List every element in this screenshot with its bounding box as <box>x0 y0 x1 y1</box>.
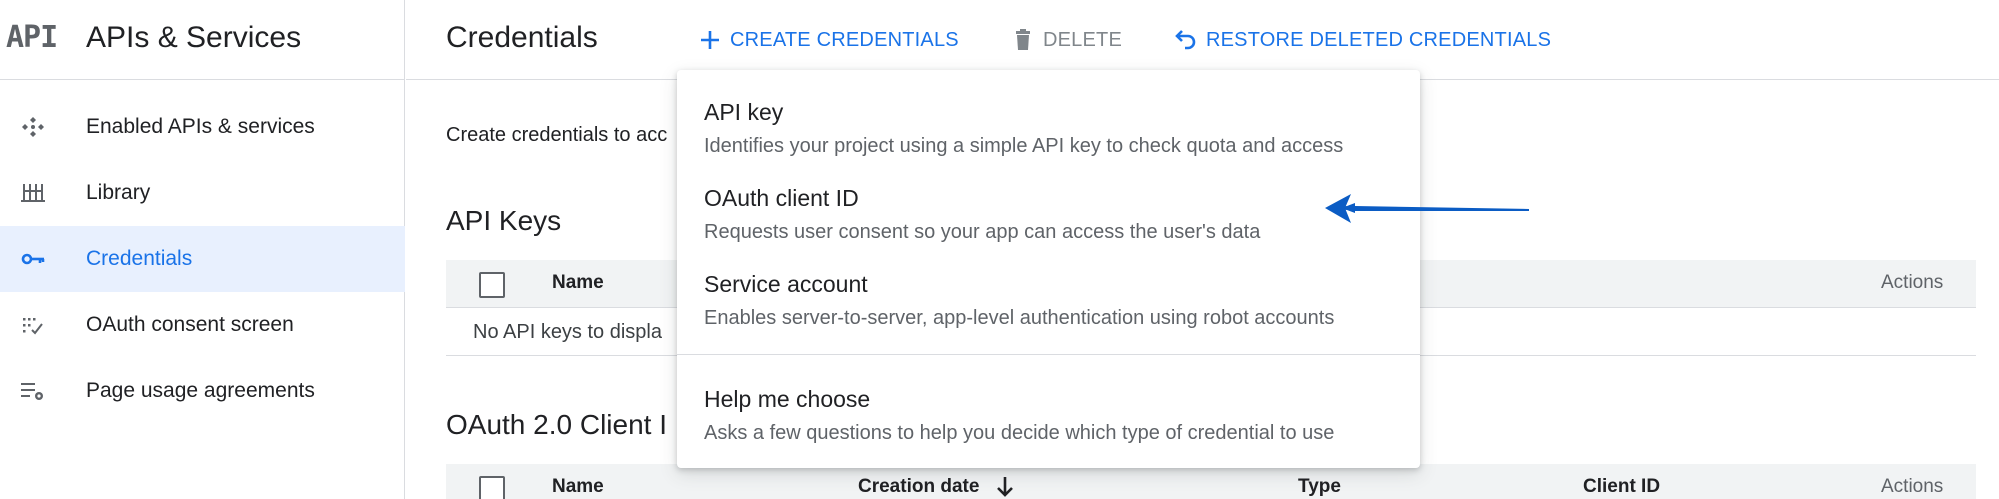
column-name: Name <box>552 476 604 497</box>
sidebar-header: API APIs & Services <box>0 0 405 80</box>
column-name: Name <box>552 272 604 293</box>
menu-item-title: Service account <box>704 271 868 297</box>
intro-text: Create credentials to acc <box>446 124 668 146</box>
column-creation-date[interactable]: Creation date <box>858 476 979 498</box>
sidebar-item-enabled-apis[interactable]: Enabled APIs & services <box>0 94 405 160</box>
column-client-id: Client ID <box>1583 476 1661 497</box>
sidebar-item-label: Credentials <box>86 247 193 270</box>
menu-item-description: Enables server-to-server, app-level auth… <box>704 307 1335 329</box>
create-credentials-label: CREATE CREDENTIALS <box>730 28 959 51</box>
plus-icon <box>701 31 719 49</box>
menu-item-oauth-client-id[interactable]: OAuth client ID Requests user consent so… <box>677 171 1420 251</box>
column-actions: Actions <box>1881 272 1944 293</box>
menu-item-description: Asks a few questions to help you decide … <box>704 422 1335 444</box>
menu-item-title: OAuth client ID <box>704 185 859 211</box>
trash-icon <box>1016 29 1030 50</box>
table-header: Name Creation date Type Client ID Action… <box>446 464 1976 499</box>
create-credentials-menu: API key Identifies your project using a … <box>677 70 1420 468</box>
empty-message: No API keys to displa <box>473 321 662 343</box>
usage-agreements-icon <box>21 383 43 400</box>
api-keys-title: API Keys <box>446 205 562 236</box>
sidebar-item-oauth-consent[interactable]: OAuth consent screen <box>0 292 405 358</box>
consent-screen-icon <box>23 318 43 335</box>
restore-label: RESTORE DELETED CREDENTIALS <box>1206 28 1552 51</box>
key-icon <box>21 253 45 265</box>
sidebar-title: APIs & Services <box>86 21 302 54</box>
menu-item-help-me-choose[interactable]: Help me choose Asks a few questions to h… <box>677 372 1420 452</box>
undo-icon <box>1175 30 1196 50</box>
sidebar-item-page-usage[interactable]: Page usage agreements <box>0 358 405 424</box>
sidebar-item-library[interactable]: Library <box>0 160 405 226</box>
sidebar-item-label: Page usage agreements <box>86 379 315 402</box>
sidebar-item-label: OAuth consent screen <box>86 313 294 336</box>
page-title: Credentials <box>446 21 598 54</box>
enabled-apis-icon <box>22 117 44 137</box>
oauth-clients-title: OAuth 2.0 Client I <box>446 409 668 440</box>
annotation-arrow-icon <box>1325 194 1529 223</box>
menu-item-service-account[interactable]: Service account Enables server-to-server… <box>677 257 1420 337</box>
menu-item-title: Help me choose <box>704 386 871 412</box>
api-logo: API <box>6 20 58 55</box>
menu-item-title: API key <box>704 99 784 125</box>
sidebar-item-label: Library <box>86 181 151 204</box>
sidebar-item-credentials[interactable]: Credentials <box>0 226 405 292</box>
sidebar-item-label: Enabled APIs & services <box>86 115 315 138</box>
select-all-checkbox[interactable] <box>479 272 505 298</box>
menu-divider <box>677 354 1420 355</box>
sidebar: API APIs & Services Enabled APIs & servi… <box>0 0 405 499</box>
delete-button[interactable]: DELETE <box>1011 26 1122 54</box>
arrow-down-icon[interactable] <box>994 475 1016 499</box>
column-type: Type <box>1298 476 1341 497</box>
select-all-checkbox[interactable] <box>479 476 505 499</box>
menu-item-description: Identifies your project using a simple A… <box>704 135 1344 157</box>
menu-item-description: Requests user consent so your app can ac… <box>704 221 1261 243</box>
create-credentials-button[interactable]: CREATE CREDENTIALS <box>698 26 959 54</box>
delete-label: DELETE <box>1043 28 1123 51</box>
toolbar: Credentials CREATE CREDENTIALS DELETE RE… <box>406 0 1999 80</box>
menu-item-api-key[interactable]: API key Identifies your project using a … <box>677 85 1420 165</box>
restore-deleted-credentials-button[interactable]: RESTORE DELETED CREDENTIALS <box>1174 26 1551 54</box>
column-actions: Actions <box>1881 476 1944 497</box>
library-icon <box>21 184 45 202</box>
